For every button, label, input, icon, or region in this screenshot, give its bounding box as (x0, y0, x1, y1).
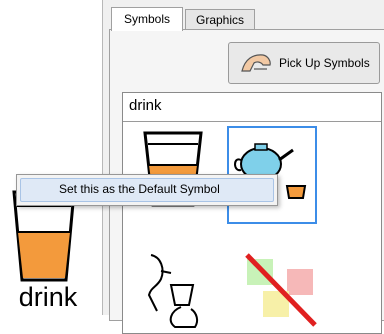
context-menu: Set this as the Default Symbol (16, 174, 278, 206)
symbol-search-text[interactable]: drink (129, 97, 162, 114)
symbol-panel: Symbols Graphics Pick Up Symbols drink (102, 0, 384, 334)
divider (123, 121, 381, 122)
symbol-label: drink (18, 282, 78, 312)
person-drinking-icon[interactable] (141, 251, 211, 329)
tab-graphics[interactable]: Graphics (185, 9, 255, 30)
hand-pickup-icon (241, 54, 271, 72)
symbol-chooser: drink (122, 92, 382, 334)
menu-item-label: Set this as the Default Symbol (59, 182, 220, 196)
pick-up-symbols-button[interactable]: Pick Up Symbols (228, 42, 380, 84)
tab-symbols[interactable]: Symbols (111, 7, 183, 31)
pick-up-symbols-label: Pick Up Symbols (279, 56, 370, 70)
no-symbol-icon[interactable] (241, 251, 321, 331)
set-default-symbol-menu-item[interactable]: Set this as the Default Symbol (20, 178, 274, 202)
